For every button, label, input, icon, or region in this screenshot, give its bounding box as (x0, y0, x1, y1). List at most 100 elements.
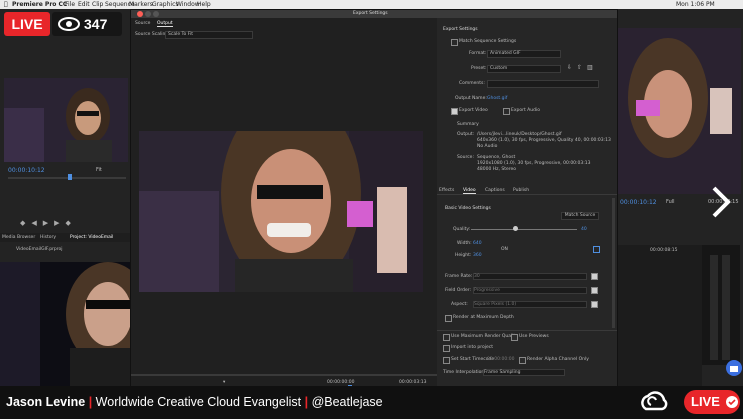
tab-effects[interactable]: Effects (439, 188, 454, 193)
link-dimensions-toggle[interactable]: ON (501, 247, 508, 252)
height-value[interactable]: 360 (473, 253, 482, 258)
tab-captions[interactable]: Captions (485, 188, 505, 193)
quality-slider[interactable] (471, 229, 577, 230)
tab-history[interactable]: History (40, 235, 56, 240)
menubar-clock[interactable]: Mon 1:06 PM (676, 0, 715, 9)
project-file[interactable]: VideoEmailGIF.prproj (16, 247, 63, 252)
link-dimensions-icon[interactable] (593, 246, 600, 253)
time-interp-select[interactable]: Frame Sampling (483, 369, 565, 376)
set-start-tc-checkbox[interactable] (443, 357, 450, 364)
viewer-count-badge: 347 (52, 12, 122, 36)
left-timecode: 00:00:10:12 (8, 167, 45, 174)
summary-header[interactable]: Summary (457, 122, 479, 127)
close-icon[interactable] (137, 11, 143, 17)
export-scrubber[interactable] (131, 374, 437, 376)
output-name-label: Output Name: (455, 96, 487, 101)
use-max-quality-checkbox[interactable] (443, 334, 450, 341)
save-preset-icon[interactable]: ⇩ (567, 64, 572, 71)
basic-video-header[interactable]: Basic Video Settings (445, 206, 491, 211)
import-project-label: Import into project (451, 345, 494, 350)
field-order-checkbox[interactable] (591, 287, 598, 294)
use-previews-checkbox[interactable] (511, 334, 518, 341)
live-button[interactable]: LIVE (684, 390, 740, 414)
summary-output-line: 640x360 (1.0), 30 fps, Progressive, Qual… (477, 138, 611, 143)
tab-video[interactable]: Video (463, 188, 476, 194)
zoom-icon[interactable] (153, 11, 159, 17)
width-value[interactable]: 640 (473, 241, 482, 246)
summary-source-label: Source: (457, 155, 474, 160)
export-video-label: Export Video (459, 108, 488, 113)
frame-rate-checkbox[interactable] (591, 273, 598, 280)
match-source-button[interactable]: Match Source (561, 212, 599, 220)
settings-scrollbar[interactable] (612, 198, 615, 328)
comments-field[interactable] (487, 80, 599, 88)
caption-separator: | (304, 395, 309, 409)
import-preset-icon[interactable]: ⇧ (577, 64, 582, 71)
menu-file[interactable]: File (65, 0, 75, 9)
menu-help[interactable]: Help (197, 0, 211, 9)
tab-source[interactable]: Source (135, 21, 150, 26)
export-settings-header[interactable]: Export Settings (443, 27, 478, 32)
minimize-icon[interactable] (145, 11, 151, 17)
frame-rate-label: Frame Rate: (445, 274, 473, 279)
render-max-depth-checkbox[interactable] (445, 315, 452, 322)
tab-media-browser[interactable]: Media Browser (2, 235, 35, 240)
facebook-like-icon (725, 358, 743, 378)
transport-controls[interactable]: ◆◀▶▶◆ (20, 219, 77, 227)
set-start-tc-value[interactable]: 00:00:00:00 (487, 357, 514, 362)
left-scrubber[interactable] (8, 177, 126, 179)
delete-preset-icon[interactable]: ▥ (587, 64, 593, 71)
menu-markers[interactable]: Markers (129, 0, 153, 9)
use-previews-label: Use Previews (519, 334, 549, 339)
quality-value[interactable]: 40 (581, 227, 587, 232)
live-badge: LIVE (4, 12, 50, 36)
left-fit-select[interactable]: Fit (96, 167, 102, 173)
program-monitor (616, 28, 741, 194)
time-interp-label: Time Interpolation: (443, 370, 486, 375)
preview-area: Source Output Source Scaling: Scale To F… (131, 18, 437, 388)
use-max-quality-label: Use Maximum Render Quality (451, 334, 518, 339)
tab-publish[interactable]: Publish (513, 188, 529, 193)
dialog-title: Export Settings (353, 11, 388, 16)
export-video-checkbox[interactable] (451, 108, 458, 115)
quality-slider-thumb[interactable] (513, 226, 519, 231)
aspect-select[interactable]: Square Pixels (1.0) (473, 301, 587, 308)
live-button-label: LIVE (691, 394, 720, 409)
aspect-checkbox[interactable] (591, 301, 598, 308)
format-select[interactable]: Animated GIF (487, 50, 561, 58)
output-preview-video (139, 95, 423, 292)
tabs-divider (437, 194, 617, 195)
tab-output[interactable]: Output (157, 21, 173, 27)
field-order-label: Field Order: (445, 288, 472, 293)
render-alpha-checkbox[interactable] (519, 357, 526, 364)
presenter-name: Jason Levine (6, 395, 86, 409)
left-playhead[interactable] (68, 174, 72, 180)
frame-rate-select[interactable]: 30 (473, 273, 587, 280)
menu-edit[interactable]: Edit (78, 0, 90, 9)
chevron-right-icon (712, 186, 731, 218)
menu-app-name[interactable]: Premiere Pro CC (12, 0, 67, 9)
caption-separator: | (88, 395, 93, 409)
height-label: Height: (455, 253, 472, 258)
next-arrow-button[interactable] (700, 182, 742, 222)
source-range-select[interactable]: ▾ (223, 380, 225, 385)
export-audio-checkbox[interactable] (503, 108, 510, 115)
right-timecode: 00:00:10:12 (620, 199, 657, 206)
right-fit-select[interactable]: Full (666, 199, 675, 205)
import-project-checkbox[interactable] (443, 345, 450, 352)
output-name-link[interactable]: Ghost.gif (487, 96, 507, 101)
match-sequence-checkbox[interactable] (451, 39, 458, 46)
preset-select[interactable]: Custom (487, 65, 561, 73)
summary-source-line: 1920x1080 (1.0), 30 fps, Progressive, 00… (477, 161, 591, 166)
audio-meters (702, 245, 740, 365)
render-alpha-label: Render Alpha Channel Only (527, 357, 589, 362)
timeline-panel (616, 245, 702, 386)
tab-project[interactable]: Project: VideoEmail (70, 235, 113, 240)
export-audio-label: Export Audio (511, 108, 540, 113)
menu-clip[interactable]: Clip (92, 0, 103, 9)
apple-icon[interactable]:  (4, 0, 8, 9)
timeline-timecode: 00:00:08:15 (650, 248, 678, 253)
field-order-select[interactable]: Progressive (473, 287, 587, 294)
menu-graphics[interactable]: Graphics (152, 0, 179, 9)
source-scaling-select[interactable]: Scale To Fit (165, 31, 253, 39)
